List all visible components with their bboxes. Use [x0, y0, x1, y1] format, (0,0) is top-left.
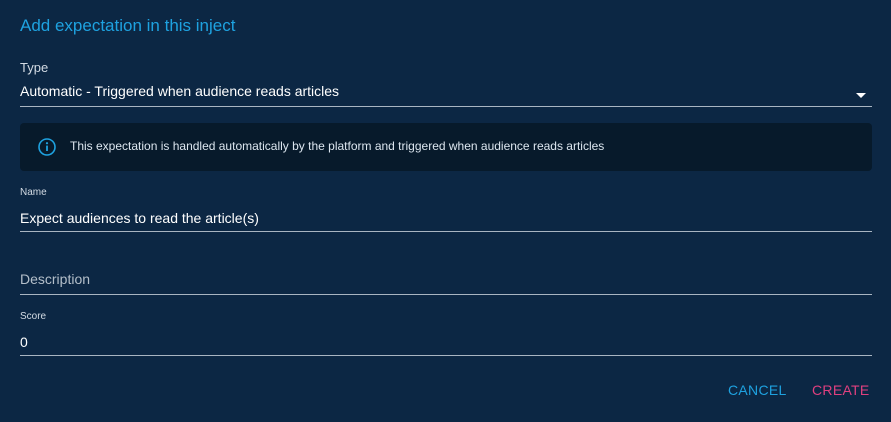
description-underline	[20, 294, 872, 295]
description-label: Description	[20, 271, 91, 287]
dialog-title: Add expectation in this inject	[20, 16, 236, 35]
info-circle-icon	[38, 138, 56, 156]
cancel-button[interactable]: CANCEL	[728, 380, 787, 400]
type-underline	[20, 106, 872, 107]
chevron-down-icon[interactable]	[856, 93, 866, 98]
add-expectation-dialog: Add expectation in this inject Type Auto…	[0, 0, 891, 422]
score-field[interactable]: Score 0	[20, 311, 872, 357]
score-input[interactable]: 0	[20, 332, 872, 352]
type-label: Type	[20, 60, 49, 75]
name-underline	[20, 231, 872, 232]
name-field[interactable]: Name Expect audiences to read the articl…	[20, 187, 872, 233]
create-button[interactable]: CREATE	[812, 380, 870, 400]
score-underline	[20, 355, 872, 356]
info-alert-text: This expectation is handled automaticall…	[70, 139, 605, 153]
info-alert: This expectation is handled automaticall…	[20, 123, 872, 171]
name-input[interactable]: Expect audiences to read the article(s)	[20, 208, 872, 228]
type-select[interactable]: Type Automatic - Triggered when audience…	[20, 60, 872, 108]
score-label: Score	[20, 311, 47, 322]
description-field[interactable]: Description	[20, 269, 872, 296]
name-label: Name	[20, 187, 47, 198]
type-value[interactable]: Automatic - Triggered when audience read…	[20, 81, 872, 101]
